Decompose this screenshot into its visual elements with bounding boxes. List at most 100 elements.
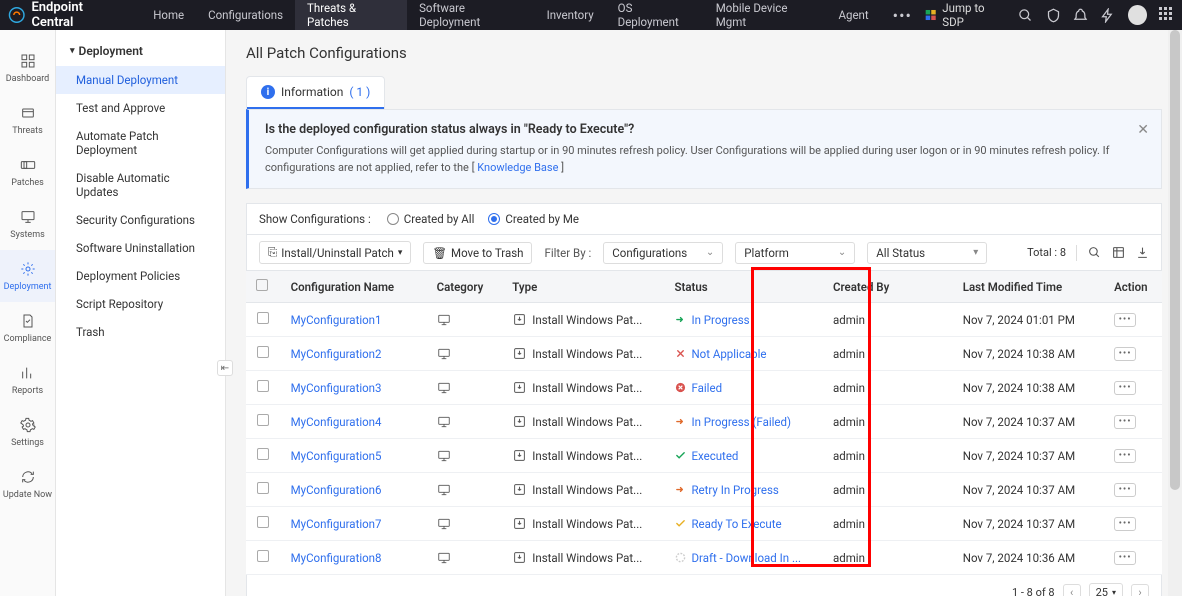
jump-to-sdp[interactable]: Jump to SDP xyxy=(924,1,1006,29)
bolt-icon[interactable] xyxy=(1100,7,1115,23)
rail-deployment[interactable]: Deployment xyxy=(0,250,55,302)
prev-page-button[interactable]: ‹ xyxy=(1063,584,1081,596)
row-checkbox[interactable] xyxy=(257,482,269,494)
platform-dropdown[interactable]: Platform⌄ xyxy=(735,242,855,264)
install-uninstall-button[interactable]: ⎘ Install/Uninstall Patch ▾ xyxy=(259,241,411,264)
column-header[interactable] xyxy=(246,271,281,303)
row-checkbox[interactable] xyxy=(257,312,269,324)
sidebar-item-software-uninstallation[interactable]: Software Uninstallation xyxy=(56,234,225,262)
row-actions-button[interactable]: ••• xyxy=(1114,551,1136,565)
row-checkbox[interactable] xyxy=(257,346,269,358)
nav-inventory[interactable]: Inventory xyxy=(535,0,606,30)
nav-mobile-device-mgmt[interactable]: Mobile Device Mgmt xyxy=(704,0,827,30)
sidebar-item-deployment-policies[interactable]: Deployment Policies xyxy=(56,262,225,290)
column-header[interactable]: Last Modified Time xyxy=(953,271,1104,303)
user-avatar[interactable] xyxy=(1128,5,1147,25)
sidebar-item-manual-deployment[interactable]: Manual Deployment xyxy=(56,66,225,94)
chevron-down-icon: ⌄ xyxy=(838,247,846,258)
nav-threats-patches[interactable]: Threats & Patches xyxy=(295,0,407,30)
search-icon[interactable] xyxy=(1087,246,1101,260)
configuration-link[interactable]: MyConfiguration2 xyxy=(291,347,382,361)
configuration-link[interactable]: MyConfiguration1 xyxy=(291,313,382,327)
sidebar-item-security-configurations[interactable]: Security Configurations xyxy=(56,206,225,234)
row-checkbox[interactable] xyxy=(257,448,269,460)
next-page-button[interactable]: › xyxy=(1131,584,1149,596)
configuration-link[interactable]: MyConfiguration7 xyxy=(291,517,382,531)
move-to-trash-button[interactable]: 🗑 Move to Trash xyxy=(423,242,532,264)
nav-more-icon[interactable]: ••• xyxy=(881,6,924,25)
nav-agent[interactable]: Agent xyxy=(827,0,881,30)
column-header[interactable]: Category xyxy=(427,271,503,303)
status-link[interactable]: Executed xyxy=(691,449,738,463)
row-actions-button[interactable]: ••• xyxy=(1114,347,1136,361)
rail-compliance[interactable]: Compliance xyxy=(0,302,55,354)
row-checkbox[interactable] xyxy=(257,550,269,562)
sidebar-item-trash[interactable]: Trash xyxy=(56,318,225,346)
collapse-sidebar-icon[interactable]: ⇤ xyxy=(217,360,233,376)
column-header[interactable]: Type xyxy=(502,271,664,303)
configuration-link[interactable]: MyConfiguration6 xyxy=(291,483,382,497)
sidebar-item-script-repository[interactable]: Script Repository xyxy=(56,290,225,318)
bell-icon[interactable] xyxy=(1073,7,1088,23)
created-by-all-radio[interactable]: Created by All xyxy=(387,212,475,226)
created-by-cell: admin xyxy=(823,371,953,405)
rail-threats[interactable]: Threats xyxy=(0,94,55,146)
row-actions-button[interactable]: ••• xyxy=(1114,517,1136,531)
status-link[interactable]: Draft - Download In ... xyxy=(691,551,801,565)
knowledge-base-link[interactable]: Knowledge Base xyxy=(477,161,558,174)
rail-patches[interactable]: Patches xyxy=(0,146,55,198)
row-actions-button[interactable]: ••• xyxy=(1114,483,1136,497)
select-all-checkbox[interactable] xyxy=(256,279,268,291)
status-link[interactable]: Failed xyxy=(691,381,722,395)
status-link[interactable]: Not Applicable xyxy=(691,347,766,361)
sidebar-item-test-and-approve[interactable]: Test and Approve xyxy=(56,94,225,122)
configuration-link[interactable]: MyConfiguration8 xyxy=(291,551,382,565)
column-header[interactable]: Configuration Name xyxy=(281,271,427,303)
nav-configurations[interactable]: Configurations xyxy=(196,0,295,30)
rail-dashboard[interactable]: Dashboard xyxy=(0,42,55,94)
status-link[interactable]: Retry In Progress xyxy=(691,483,778,497)
configuration-link[interactable]: MyConfiguration4 xyxy=(291,415,382,429)
nav-software-deployment[interactable]: Software Deployment xyxy=(407,0,534,30)
page-size-selector[interactable]: 25▾ xyxy=(1089,583,1123,596)
shield-icon[interactable] xyxy=(1045,7,1060,23)
rail-systems[interactable]: Systems xyxy=(0,198,55,250)
scrollbar-thumb[interactable] xyxy=(1170,30,1180,490)
row-actions-button[interactable]: ••• xyxy=(1114,449,1136,463)
nav-home[interactable]: Home xyxy=(141,0,196,30)
product-logo[interactable]: Endpoint Central xyxy=(8,0,141,30)
created-by-me-radio[interactable]: Created by Me xyxy=(488,212,579,226)
status-link[interactable]: Ready To Execute xyxy=(691,517,781,531)
column-header[interactable]: Status xyxy=(664,271,823,303)
rail-settings[interactable]: Settings xyxy=(0,406,55,458)
close-icon[interactable]: ✕ xyxy=(1137,122,1149,138)
row-actions-button[interactable]: ••• xyxy=(1114,415,1136,429)
row-checkbox[interactable] xyxy=(257,414,269,426)
export-icon[interactable] xyxy=(1135,246,1149,260)
rail-update-now[interactable]: Update Now xyxy=(0,458,55,510)
column-header[interactable]: Action xyxy=(1104,271,1162,303)
status-link[interactable]: In Progress (Failed) xyxy=(691,415,791,429)
sidebar-section-header[interactable]: ▾ Deployment xyxy=(56,40,225,66)
configurations-dropdown[interactable]: Configurations⌄ xyxy=(603,242,723,264)
row-actions-button[interactable]: ••• xyxy=(1114,313,1136,327)
configuration-link[interactable]: MyConfiguration3 xyxy=(291,381,382,395)
sidebar-item-disable-automatic-updates[interactable]: Disable Automatic Updates xyxy=(56,164,225,206)
row-checkbox[interactable] xyxy=(257,380,269,392)
column-header[interactable]: Created By xyxy=(823,271,953,303)
rail-reports[interactable]: Reports xyxy=(0,354,55,406)
compliance-icon xyxy=(19,312,37,330)
app-grid-icon[interactable] xyxy=(1159,7,1174,23)
configuration-link[interactable]: MyConfiguration5 xyxy=(291,449,382,463)
sidebar-item-automate-patch-deployment[interactable]: Automate Patch Deployment xyxy=(56,122,225,164)
information-tab[interactable]: i Information ( 1 ) xyxy=(247,77,384,109)
row-actions-button[interactable]: ••• xyxy=(1114,381,1136,395)
table-row: MyConfiguration1Install Windows Pat...In… xyxy=(246,303,1162,337)
search-icon[interactable] xyxy=(1018,7,1033,23)
package-icon: ⎘ xyxy=(268,245,277,260)
status-dropdown[interactable]: All Status▾ xyxy=(867,242,987,264)
nav-os-deployment[interactable]: OS Deployment xyxy=(606,0,704,30)
columns-icon[interactable] xyxy=(1111,246,1125,260)
status-link[interactable]: In Progress xyxy=(691,313,749,327)
row-checkbox[interactable] xyxy=(257,516,269,528)
